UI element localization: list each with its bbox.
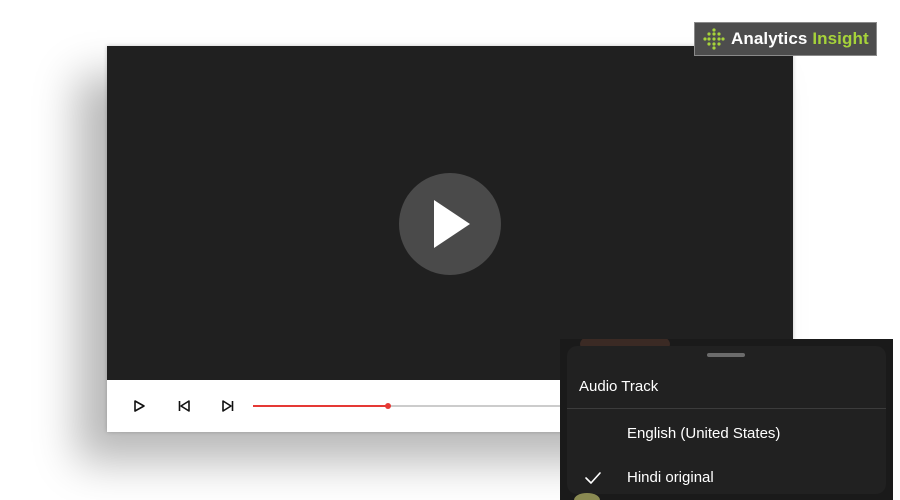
analytics-insight-logo: Analytics Insight	[694, 22, 877, 56]
divider	[567, 408, 886, 409]
dots-logo-icon	[703, 28, 725, 50]
skip-previous-icon	[178, 400, 190, 412]
audio-option-hindi[interactable]: Hindi original	[567, 460, 886, 496]
logo-text-accent: Insight	[812, 29, 869, 48]
big-play-button[interactable]	[399, 173, 501, 275]
audio-option-label: Hindi original	[627, 469, 714, 486]
logo-text-main: Analytics	[731, 29, 813, 48]
next-button[interactable]	[216, 394, 240, 418]
play-icon	[434, 200, 470, 248]
audio-track-title: Audio Track	[579, 378, 659, 395]
skip-next-icon	[222, 400, 234, 412]
audio-option-english[interactable]: English (United States)	[567, 416, 886, 452]
progress-scrubber[interactable]	[385, 403, 391, 409]
logo-text: Analytics Insight	[731, 29, 869, 49]
audio-track-screenshot: Audio Track English (United States) Hind…	[560, 339, 893, 500]
background-avatar-bottom	[574, 493, 600, 500]
checkmark-icon	[585, 472, 601, 484]
play-button[interactable]	[127, 394, 151, 418]
sheet-drag-handle[interactable]	[707, 353, 745, 357]
video-area[interactable]	[107, 46, 793, 380]
progress-fill	[253, 405, 388, 407]
previous-button[interactable]	[172, 394, 196, 418]
audio-track-sheet: Audio Track English (United States) Hind…	[567, 346, 886, 494]
play-outline-icon	[134, 400, 145, 412]
audio-option-label: English (United States)	[627, 425, 781, 442]
